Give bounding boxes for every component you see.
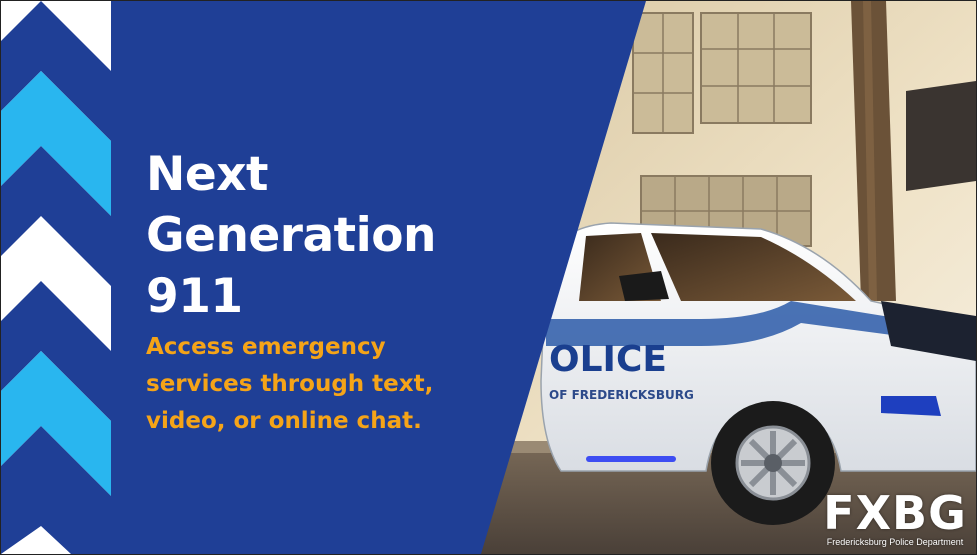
chevron-stripe xyxy=(1,1,111,554)
headline: Next Generation 911 xyxy=(146,144,437,327)
headline-line: Generation xyxy=(146,208,437,263)
tagline-line: video, or online chat. xyxy=(146,408,422,434)
logo-subtitle: Fredericksburg Police Department xyxy=(826,537,964,547)
tagline: Access emergency services through text, … xyxy=(146,329,433,440)
tagline-line: services through text, xyxy=(146,371,434,397)
fxbg-logo: FXBG Fredericksburg Police Department xyxy=(820,489,970,548)
slide: OLICE OF FREDERICKSBURG Next Generation … xyxy=(0,0,977,555)
headline-line: 911 xyxy=(146,269,243,324)
logo-mark: FXBG xyxy=(823,486,967,540)
tagline-line: Access emergency xyxy=(146,334,386,360)
headline-line: Next xyxy=(146,147,269,202)
